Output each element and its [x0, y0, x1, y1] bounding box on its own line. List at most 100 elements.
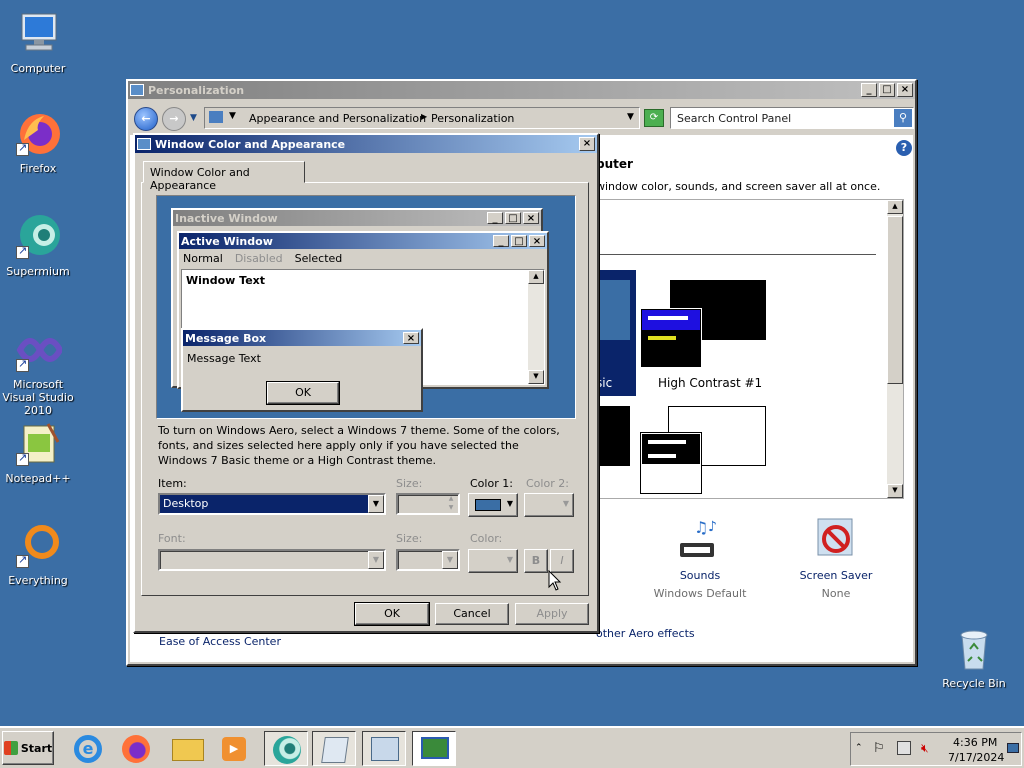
theme-gallery[interactable]: sic High Contrast #1 ▲ ▼: [596, 199, 904, 499]
sounds-label[interactable]: Sounds: [650, 569, 750, 582]
screensaver-label[interactable]: Screen Saver: [786, 569, 886, 582]
desktop-icon-recycle-bin[interactable]: Recycle Bin: [936, 625, 1012, 690]
close-button[interactable]: ×: [897, 83, 913, 97]
scroll-up-button[interactable]: ▲: [887, 200, 903, 214]
size-label: Size:: [396, 477, 423, 490]
clock-time[interactable]: 4:36 PM: [953, 736, 997, 749]
address-bar[interactable]: ▼ Appearance and Personalization ▶ Perso…: [204, 107, 640, 129]
cancel-button[interactable]: Cancel: [435, 603, 509, 625]
window-title: Personalization: [148, 83, 245, 97]
search-icon[interactable]: ⚲: [894, 109, 912, 127]
spinner-down-icon: ▼: [448, 504, 454, 511]
aero-effects-link[interactable]: other Aero effects: [596, 627, 695, 640]
address-dropdown-icon[interactable]: ▼: [627, 112, 634, 122]
item-dropdown-icon[interactable]: ▼: [368, 495, 384, 513]
refresh-button[interactable]: ⟳: [644, 109, 664, 127]
breadcrumb-personalization[interactable]: Personalization: [431, 112, 514, 125]
tab-panel: Inactive Window _ □ × Active Window _ □ …: [141, 182, 589, 596]
content-heading: puter: [596, 157, 633, 171]
scroll-thumb[interactable]: [887, 216, 903, 384]
dialog-titlebar[interactable]: Window Color and Appearance ×: [135, 135, 597, 153]
system-tray: ⌃ ⚐ 🔇︎ 4:36 PM 7/17/2024: [850, 732, 1022, 766]
taskbar-explorer[interactable]: [166, 731, 210, 766]
navigation-bar: ← → ▼ ▼ Appearance and Personalization ▶…: [130, 103, 914, 133]
desktop-icon-label: Supermium: [6, 265, 70, 278]
start-button[interactable]: Start: [2, 731, 54, 765]
notepad-icon: [321, 737, 349, 763]
desktop-icon-visual-studio[interactable]: Microsoft Visual Studio 2010: [0, 326, 76, 417]
gallery-divider: [596, 254, 876, 255]
taskbar-media-player[interactable]: ▶: [212, 731, 256, 766]
ok-button[interactable]: OK: [354, 602, 430, 626]
theme-high-contrast-1[interactable]: High Contrast #1: [640, 280, 770, 392]
item-label: Item:: [158, 477, 187, 490]
font-dropdown-icon: ▼: [368, 551, 384, 569]
taskbar-app-2[interactable]: [312, 731, 356, 766]
desktop-icon-computer[interactable]: Computer: [0, 10, 76, 75]
notepadpp-icon: [14, 420, 62, 468]
sounds-item[interactable]: ♫ ♪ Sounds Windows Default: [650, 517, 750, 600]
maximize-button[interactable]: □: [879, 83, 895, 97]
control-panel-icon: [371, 737, 399, 761]
item-select[interactable]: Desktop ▼: [158, 493, 386, 515]
color1-picker[interactable]: ▼: [468, 493, 518, 517]
minimize-button[interactable]: _: [861, 83, 877, 97]
appearance-preview[interactable]: Inactive Window _ □ × Active Window _ □ …: [156, 195, 576, 419]
mouse-cursor-icon: [548, 570, 562, 591]
search-control-panel-input[interactable]: Search Control Panel ⚲: [670, 107, 914, 129]
clock-date[interactable]: 7/17/2024: [948, 751, 1004, 764]
tab-window-color[interactable]: Window Color and Appearance: [143, 161, 305, 192]
show-desktop-icon[interactable]: [1007, 743, 1019, 753]
network-icon[interactable]: [897, 741, 911, 755]
ease-of-access-link[interactable]: Ease of Access Center: [159, 635, 281, 648]
action-center-flag-icon[interactable]: ⚐: [873, 741, 885, 756]
volume-muted-icon[interactable]: 🔇︎: [921, 741, 929, 756]
help-icon[interactable]: ?: [896, 140, 912, 156]
screensaver-icon: [812, 517, 860, 565]
color1-swatch: [475, 499, 501, 511]
show-hidden-icons-icon[interactable]: ⌃: [855, 743, 863, 753]
taskbar-supermium[interactable]: [264, 731, 308, 766]
preview-inactive-title: Inactive Window: [175, 211, 278, 225]
supermium-icon: [14, 213, 62, 261]
desktop-icon-label: Notepad++: [5, 472, 71, 485]
dialog-title: Window Color and Appearance: [155, 137, 346, 151]
breadcrumb-appearance[interactable]: Appearance and Personalization: [249, 112, 426, 125]
recycle-bin-icon: [950, 625, 998, 673]
preview-menu-disabled: Disabled: [234, 251, 283, 265]
desktop-icon-label: Firefox: [19, 162, 57, 175]
theme-classic-thumb[interactable]: sic: [596, 270, 636, 396]
personalization-titlebar[interactable]: Personalization _ □ ×: [128, 81, 915, 99]
sounds-value: Windows Default: [653, 587, 747, 600]
history-dropdown-icon[interactable]: ▼: [190, 113, 197, 123]
taskbar-ie[interactable]: e: [66, 731, 110, 766]
dialog-close-button[interactable]: ×: [579, 137, 595, 151]
taskbar: Start e ▶ ⌃ ⚐ 🔇︎ 4:36 PM 7/17/2024: [0, 726, 1024, 768]
preview-scroll-down-icon: ▼: [528, 370, 544, 384]
screensaver-item[interactable]: Screen Saver None: [786, 517, 886, 600]
scroll-down-button[interactable]: ▼: [887, 484, 903, 498]
item-selected-value: Desktop: [160, 495, 368, 513]
desktop-icon-firefox[interactable]: Firefox: [0, 110, 76, 175]
desktop-icon-everything[interactable]: Everything: [0, 522, 76, 587]
color2-dropdown-icon: ▼: [562, 499, 569, 508]
gallery-scrollbar[interactable]: ▲ ▼: [887, 200, 903, 498]
desktop-icon-notepadpp[interactable]: Notepad++: [0, 420, 76, 485]
supermium-icon: [273, 736, 301, 764]
preview-menu-normal: Normal: [183, 251, 223, 265]
firefox-icon: [14, 110, 62, 158]
preview-window-text: Window Text: [186, 274, 266, 287]
start-label: Start: [20, 741, 53, 755]
theme-black-thumb[interactable]: [596, 406, 630, 466]
taskbar-control-panel[interactable]: [362, 731, 406, 766]
back-button[interactable]: ←: [134, 107, 158, 131]
breadcrumb-arrow-icon[interactable]: ▼: [229, 111, 236, 121]
forward-button[interactable]: →: [162, 107, 186, 131]
preview-msgbox-title: Message Box: [185, 331, 267, 345]
taskbar-personalization[interactable]: [412, 731, 456, 766]
theme-white-thumb[interactable]: [640, 406, 770, 500]
taskbar-firefox[interactable]: [114, 731, 158, 766]
size-spinner: ▲ ▼: [396, 493, 460, 515]
desktop-icon-supermium[interactable]: Supermium: [0, 213, 76, 278]
breadcrumb-separator-icon: ▶: [421, 112, 428, 121]
